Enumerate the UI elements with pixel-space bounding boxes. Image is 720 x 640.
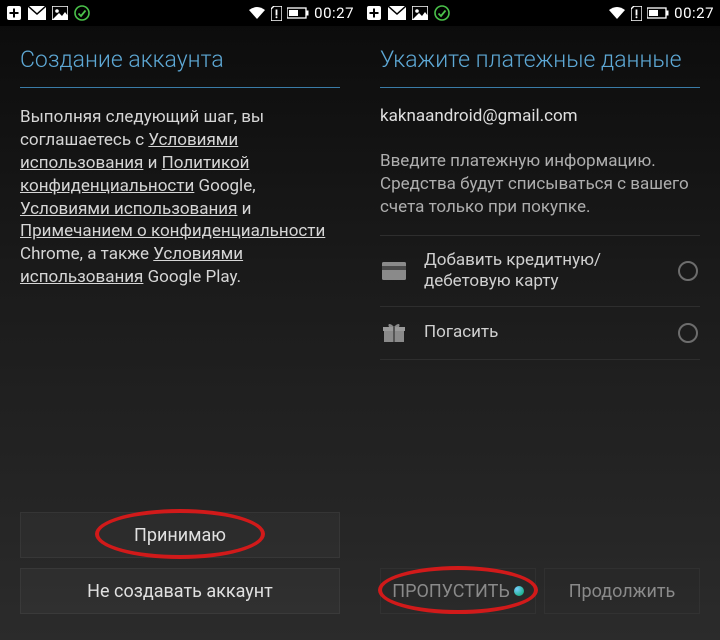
page-title: Создание аккаунта xyxy=(20,46,340,75)
option-label: Добавить кредитную/дебетовую карту xyxy=(424,250,660,293)
link-terms-chrome[interactable]: Условиями использования xyxy=(20,199,237,219)
account-email: kaknaandroid@gmail.com xyxy=(380,106,700,126)
card-icon xyxy=(382,259,406,283)
accept-button[interactable]: Принимаю xyxy=(20,512,340,558)
battery-icon xyxy=(287,7,309,19)
mail-icon xyxy=(388,6,406,20)
radio-unchecked xyxy=(678,323,698,343)
image-icon xyxy=(412,6,428,20)
sim-icon xyxy=(271,6,282,21)
option-label: Погасить xyxy=(424,322,660,343)
continue-button[interactable]: Продолжить xyxy=(544,568,700,614)
wifi-icon xyxy=(248,6,266,20)
link-privacy-chrome[interactable]: Примечанием о конфиденциальности xyxy=(20,221,325,241)
title-divider xyxy=(20,87,340,88)
gift-icon xyxy=(382,321,406,345)
option-add-card[interactable]: Добавить кредитную/дебетовую карту xyxy=(380,235,700,308)
screen-payment-details: 00:27 Укажите платежные данные kaknaandr… xyxy=(360,0,720,640)
terms-text: Выполняя следующий шаг, вы соглашаетесь … xyxy=(20,106,340,290)
play-dot-icon xyxy=(514,586,524,596)
screen-create-account: 00:27 Создание аккаунта Выполняя следующ… xyxy=(0,0,360,640)
sync-ok-icon xyxy=(74,5,90,21)
skip-button[interactable]: ПРОПУСТИТЬ xyxy=(380,568,536,614)
status-bar: 00:27 xyxy=(360,0,720,26)
wifi-icon xyxy=(608,6,626,20)
add-icon xyxy=(366,5,382,21)
status-time: 00:27 xyxy=(314,4,354,22)
add-icon xyxy=(6,5,22,21)
battery-icon xyxy=(647,7,669,19)
status-bar: 00:27 xyxy=(0,0,360,26)
mail-icon xyxy=(28,6,46,20)
content-area: Создание аккаунта Выполняя следующий шаг… xyxy=(0,26,360,640)
payment-info-text: Введите платежную информацию. Средства б… xyxy=(380,150,700,219)
content-area: Укажите платежные данные kaknaandroid@gm… xyxy=(360,26,720,640)
sim-icon xyxy=(631,6,642,21)
title-divider xyxy=(380,87,700,88)
payment-options: Добавить кредитную/дебетовую карту Погас… xyxy=(380,235,700,361)
page-title: Укажите платежные данные xyxy=(380,46,700,75)
status-time: 00:27 xyxy=(674,4,714,22)
radio-unchecked xyxy=(678,261,698,281)
dont-create-account-button[interactable]: Не создавать аккаунт xyxy=(20,568,340,614)
option-redeem[interactable]: Погасить xyxy=(380,307,700,360)
sync-ok-icon xyxy=(434,5,450,21)
image-icon xyxy=(52,6,68,20)
